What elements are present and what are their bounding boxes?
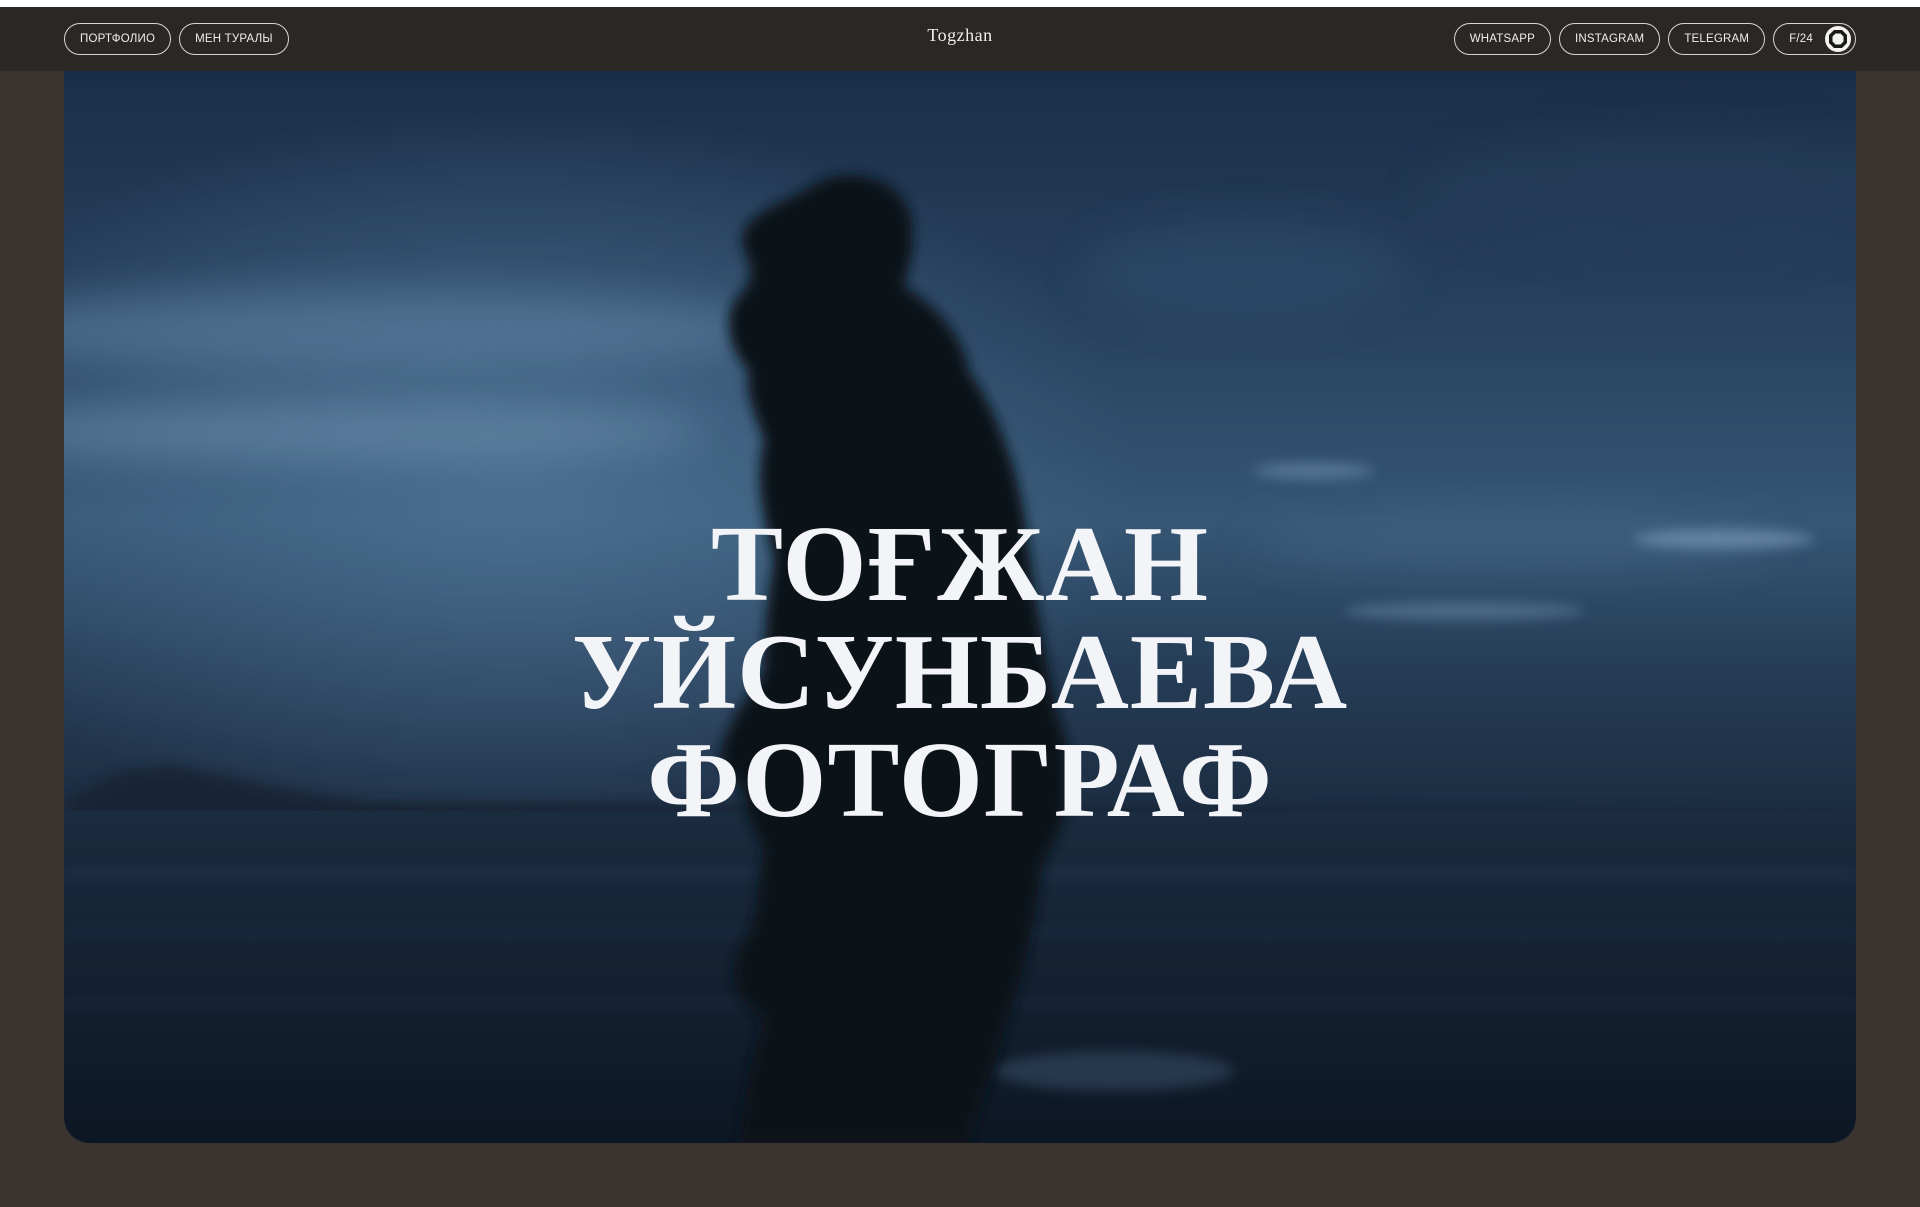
hero-title: ТОҒЖАН УЙСУНБАЕВА ФОТОГРАФ xyxy=(64,511,1856,835)
instagram-link[interactable]: INSTAGRAM xyxy=(1559,23,1661,55)
octagon-icon xyxy=(1825,26,1851,52)
hero-section: ТОҒЖАН УЙСУНБАЕВА ФОТОГРАФ xyxy=(64,71,1856,1143)
top-strip xyxy=(0,0,1920,7)
whatsapp-link[interactable]: WHATSAPP xyxy=(1453,23,1551,55)
nav-right: WHATSAPP INSTAGRAM TELEGRAM F/24 xyxy=(1453,23,1856,55)
hero-title-line-1: ТОҒЖАН xyxy=(710,505,1210,625)
counter-label: F/24 xyxy=(1789,33,1813,45)
hero-title-line-2: УЙСУНБАЕВА xyxy=(571,613,1349,733)
telegram-link[interactable]: TELEGRAM xyxy=(1668,23,1766,55)
hero-title-line-3: ФОТОГРАФ xyxy=(647,721,1273,841)
counter-toggle-button[interactable]: F/24 xyxy=(1773,23,1856,55)
navbar: ПОРТФОЛИО МЕН ТУРАЛЫ Togzhan WHATSAPP IN… xyxy=(0,7,1920,71)
